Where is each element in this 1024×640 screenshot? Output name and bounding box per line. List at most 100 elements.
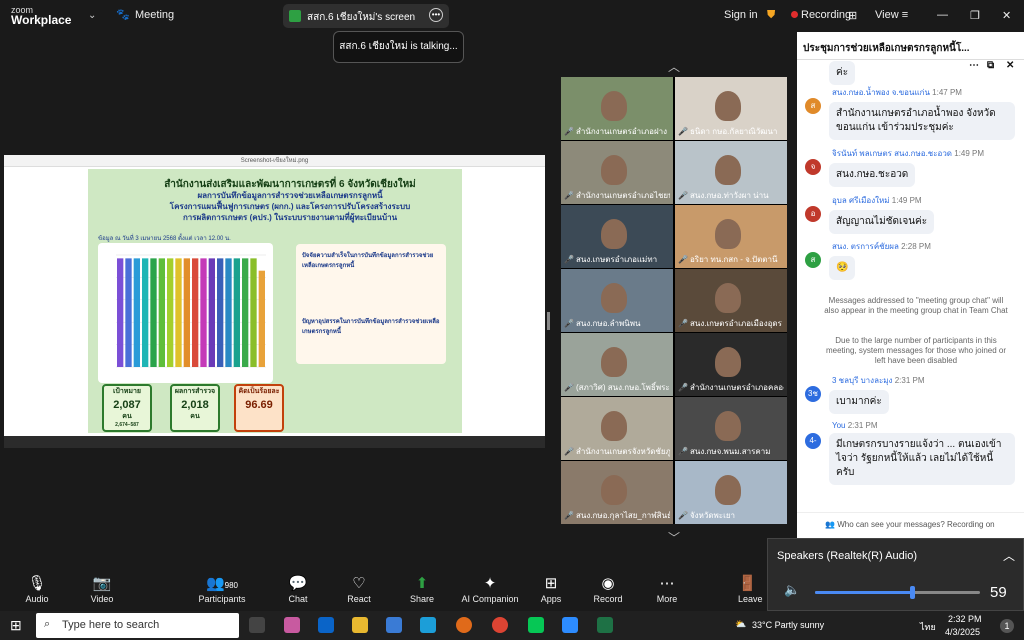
volume-slider[interactable] — [815, 586, 980, 599]
sign-in-button[interactable]: Sign in — [724, 9, 758, 21]
participant-name: 🎤สำนักงานเกษตรอำเภอไชยปราการ — [564, 191, 670, 200]
participant-video — [601, 411, 627, 441]
windows-start-icon[interactable]: ⊞ — [10, 617, 22, 634]
scroll-up-icon[interactable]: ︿ — [668, 58, 680, 75]
language-indicator[interactable]: ไทย — [920, 620, 936, 634]
minimize-icon[interactable]: — — [937, 9, 948, 21]
chrome-icon[interactable] — [492, 617, 508, 633]
participants-button[interactable]: 👥980 Participants — [193, 574, 251, 604]
chat-footer[interactable]: 👥 Who can see your messages? Recording o… — [797, 512, 1024, 538]
maximize-icon[interactable]: ❐ — [970, 9, 980, 22]
meeting-label[interactable]: Meeting — [135, 9, 174, 21]
view-button[interactable]: View ≡ — [875, 9, 908, 21]
mic-muted-icon: 🎤 — [678, 127, 688, 136]
grid-icon[interactable]: ⊞ — [848, 9, 857, 22]
participant-tile[interactable]: 🎤 สำนักงานเกษตรจังหวัดชัยภูมิ — [561, 397, 673, 460]
more-button[interactable]: ⋯ More — [640, 574, 694, 604]
chart-bar — [158, 258, 165, 367]
participant-video — [715, 475, 741, 505]
firefox-icon[interactable] — [456, 617, 472, 633]
avatar: อ — [805, 206, 821, 222]
close-icon[interactable]: ✕ — [1002, 9, 1011, 22]
copilot-icon[interactable] — [284, 617, 300, 633]
participant-tile[interactable]: 🎤สำนักงานเกษตรอำเภอไชยปราการ — [561, 141, 673, 204]
participant-video — [715, 283, 741, 313]
participant-tile[interactable]: 🎤 สำนักงานเกษตรอำเภอฝาง — [561, 77, 673, 140]
weather-icon: ⛅ — [735, 619, 747, 629]
task-view-icon[interactable] — [249, 617, 265, 633]
meeting-icon: 🐾 — [116, 9, 130, 21]
recording-indicator[interactable]: Recording — [791, 9, 851, 21]
participant-name: 🎤 สำนักงานเกษตรอำเภอฝาง — [564, 127, 668, 136]
mic-muted-icon: 🎤 — [678, 191, 688, 200]
resize-handle[interactable] — [547, 312, 550, 330]
scroll-down-icon[interactable]: ﹀ — [668, 529, 680, 546]
participant-name: 🎤 สนง.กษอ.ลำพนิพน — [564, 319, 641, 328]
record-button[interactable]: ◉ Record — [581, 574, 635, 604]
excel-icon[interactable] — [597, 617, 613, 633]
chart-bar — [192, 258, 199, 367]
notification-badge[interactable]: 1 — [1000, 619, 1014, 633]
zoom-taskbar-icon[interactable] — [562, 617, 578, 633]
participant-tile[interactable]: 🎤 สนง.กษอ.กุลาไสย_กาฬสินธุ์ — [561, 461, 673, 524]
apps-button[interactable]: ⊞ Apps — [524, 574, 578, 604]
chart-bar — [142, 258, 149, 367]
mic-muted-icon: 🎤 — [564, 319, 574, 328]
audio-popup: Speakers (Realtek(R) Audio) ︿ 🔈 59 — [767, 538, 1024, 611]
clock-date[interactable]: 4/3/2025 — [945, 627, 980, 637]
kpi-target: เป้าหมาย 2,087 คน 2,674–587 — [102, 384, 152, 432]
participant-name: 🎤 สนง.เกษตรอำเภอแม่ทา — [564, 255, 658, 264]
participant-name: 🎤 สนง.กษอ.ท่าวังผา น่าน — [678, 191, 769, 200]
problem-heading: ปัญหาอุปสรรคในการบันทึกข้อมูลการสำรวจช่ว… — [302, 319, 440, 335]
participant-tile[interactable]: 🎤สำนักงานเกษตรอำเภอคลองหอย — [675, 333, 787, 396]
store-icon[interactable] — [386, 617, 402, 633]
chart-bar — [200, 258, 207, 367]
share-button[interactable]: ⬆ Share — [395, 574, 449, 604]
participant-tile[interactable]: 🎤 (สภาวิศ) สนง.กษอ.โพธิ์พระ — [561, 333, 673, 396]
participant-tile[interactable]: 🎤 สนง.เกษตรอำเภอแม่ทา — [561, 205, 673, 268]
chart-bar — [233, 258, 240, 367]
audio-button[interactable]: 🎙 Audio — [10, 574, 64, 604]
volume-value: 59 — [990, 584, 1007, 601]
leave-icon: 🚪 — [738, 575, 757, 592]
volume-handle[interactable] — [910, 586, 916, 599]
participant-tile[interactable]: 🎤 ธนิดา กษอ.กัลยาณิวัฒนา — [675, 77, 787, 140]
chevron-up-icon[interactable]: ︿ — [1003, 547, 1015, 564]
file-explorer-icon[interactable] — [352, 617, 368, 633]
share-screen-icon: ⬆ — [415, 575, 429, 592]
shared-screen[interactable]: Screenshot-เขียงใหม่.png สำนักงานส่งเสริ… — [4, 155, 545, 448]
mic-muted-icon: 🎤 — [678, 511, 688, 520]
weather-text[interactable]: 33°C Partly sunny — [752, 620, 824, 630]
edge-icon[interactable] — [420, 617, 436, 633]
chat-button[interactable]: 💬 Chat — [271, 574, 325, 604]
clock-time[interactable]: 2:32 PM — [948, 614, 982, 624]
participant-tile[interactable]: 🎤 สนง.กษอ.ท่าวังผา น่าน — [675, 141, 787, 204]
participant-tile[interactable]: 🎤 สนง.เกษตรอำเภอเมืองอุดร — [675, 269, 787, 332]
video-button[interactable]: 📷 Video — [75, 574, 129, 604]
participant-video — [601, 155, 627, 185]
speaker-device[interactable]: Speakers (Realtek(R) Audio) — [777, 550, 917, 562]
participant-tile[interactable]: 🎤 สนง.กษจ.พนม.สารคาม — [675, 397, 787, 460]
mic-muted-icon: 🎤 — [678, 255, 688, 264]
participant-tile[interactable]: 🎤 จังหวัดพะเยา — [675, 461, 787, 524]
share-indicator[interactable]: สสก.6 เชียงใหม่'s screen ••• — [283, 4, 449, 28]
more-options-icon[interactable]: ••• — [429, 8, 443, 22]
ai-companion-button[interactable]: ✦ AI Companion — [458, 574, 522, 604]
react-button[interactable]: ♡ React — [332, 574, 386, 604]
chevron-down-icon[interactable]: ⌄ — [88, 10, 96, 21]
mic-muted-icon: 🎤 — [678, 447, 688, 456]
participant-tile[interactable]: 🎤 อริยา ทน.กสก - จ.ปัตตานี — [675, 205, 787, 268]
system-note-2: Due to the large number of participants … — [825, 336, 1007, 365]
shield-icon[interactable]: ⛊ — [767, 9, 775, 22]
poster-line-2: ผลการบันทึกข้อมูลการสำรวจช่วยเหลือเกษตรก… — [197, 191, 383, 200]
outlook-icon[interactable] — [318, 617, 334, 633]
mic-muted-icon: 🎤 — [564, 511, 574, 520]
success-heading: ปัจจัยความสำเร็จในการบันทึกข้อมูลการสำรว… — [302, 253, 434, 269]
leave-button[interactable]: 🚪 Leave — [738, 574, 768, 604]
line-icon[interactable] — [528, 617, 544, 633]
participant-video — [601, 283, 627, 313]
taskbar-search[interactable]: ⌕ Type here to search — [36, 613, 239, 638]
participant-tile[interactable]: 🎤 สนง.กษอ.ลำพนิพน — [561, 269, 673, 332]
chat-message: จิรนันท์ พลเกษตร สนง.กษอ.ชะอวด 1:49 PM จส… — [805, 147, 1015, 187]
message-text: สนง.กษอ.ชะอวด — [829, 163, 916, 187]
